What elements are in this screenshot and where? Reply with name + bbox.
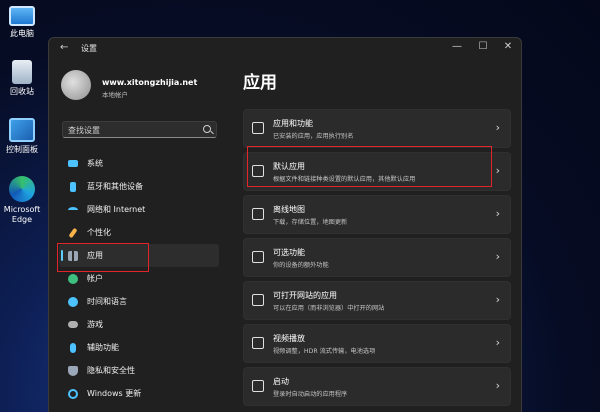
- back-arrow-icon[interactable]: ←: [60, 42, 68, 53]
- wifi-icon: [68, 207, 78, 213]
- highlight-apps-nav: [57, 243, 149, 272]
- monitor-icon: [9, 6, 35, 26]
- title-bar: ← 设置 — ☐ ✕: [49, 38, 521, 58]
- card-apps-features[interactable]: 应用和功能 已安装的应用，应用执行别名 ›: [243, 109, 511, 148]
- chevron-right-icon: ›: [495, 379, 500, 392]
- window-title: 设置: [81, 44, 97, 53]
- desktop-icon-edge[interactable]: Microsoft Edge: [0, 176, 44, 225]
- maximize-button[interactable]: ☐: [475, 41, 491, 52]
- chevron-right-icon: ›: [495, 293, 500, 306]
- apps-list-icon: [252, 122, 264, 134]
- desktop-icon-control-panel[interactable]: 控制面板: [0, 118, 44, 155]
- globe-clock-icon: [68, 297, 78, 307]
- sidebar-item-gaming[interactable]: 游戏: [59, 313, 219, 336]
- card-offline-maps[interactable]: 离线地图 下载，存储位置，地图更新 ›: [243, 195, 511, 234]
- chevron-right-icon: ›: [495, 336, 500, 349]
- close-button[interactable]: ✕: [500, 41, 516, 52]
- account-icon: [68, 274, 78, 284]
- system-icon: [68, 160, 78, 167]
- edge-icon: [9, 176, 35, 202]
- chevron-right-icon: ›: [495, 207, 500, 220]
- sidebar-item-privacy[interactable]: 隐私和安全性: [59, 359, 219, 382]
- sidebar-item-time-language[interactable]: 时间和语言: [59, 290, 219, 313]
- card-optional-features[interactable]: 可选功能 你的设备的额外功能 ›: [243, 238, 511, 277]
- search-input[interactable]: 查找设置: [68, 125, 100, 136]
- optional-features-icon: [252, 251, 264, 263]
- settings-window: ← 设置 — ☐ ✕ www.xitongzhijia.net 本地帐户 查找设…: [48, 37, 522, 412]
- sidebar-item-system[interactable]: 系统: [59, 152, 219, 175]
- minimize-button[interactable]: —: [449, 41, 465, 52]
- update-icon: [68, 389, 78, 399]
- avatar[interactable]: [61, 70, 91, 100]
- accessibility-icon: [70, 343, 76, 353]
- control-panel-icon: [9, 118, 35, 142]
- recycle-bin-icon: [12, 60, 32, 84]
- page-title: 应用: [243, 73, 277, 93]
- highlight-default-apps: [247, 146, 492, 187]
- map-icon: [252, 208, 264, 220]
- user-account-type: 本地帐户: [102, 91, 128, 99]
- sidebar-nav: 系统 蓝牙和其他设备 网络和 Internet 个性化 应用 帐户 时间和语言: [59, 152, 219, 405]
- sidebar-item-windows-update[interactable]: Windows 更新: [59, 382, 219, 405]
- startup-icon: [252, 380, 264, 392]
- web-apps-icon: [252, 294, 264, 306]
- card-startup[interactable]: 启动 登录时自动启动的应用程序 ›: [243, 367, 511, 406]
- chevron-right-icon: ›: [495, 121, 500, 134]
- search-box[interactable]: 查找设置: [62, 121, 217, 138]
- card-video-playback[interactable]: 视频播放 视频调整，HDR 流式传输，电池选项 ›: [243, 324, 511, 363]
- card-apps-for-websites[interactable]: 可打开网站的应用 可以在应用（而非浏览器）中打开的网站 ›: [243, 281, 511, 320]
- desktop-icon-this-pc[interactable]: 此电脑: [0, 6, 44, 39]
- sidebar-item-network[interactable]: 网络和 Internet: [59, 198, 219, 221]
- bluetooth-icon: [70, 182, 76, 192]
- brush-icon: [68, 227, 78, 239]
- user-name: www.xitongzhijia.net: [102, 78, 198, 87]
- search-icon[interactable]: [203, 125, 211, 133]
- sidebar-item-accessibility[interactable]: 辅助功能: [59, 336, 219, 359]
- chevron-right-icon: ›: [495, 164, 500, 177]
- sidebar-item-bluetooth[interactable]: 蓝牙和其他设备: [59, 175, 219, 198]
- chevron-right-icon: ›: [495, 250, 500, 263]
- sidebar-item-personalization[interactable]: 个性化: [59, 221, 219, 244]
- shield-icon: [68, 366, 78, 376]
- gamepad-icon: [68, 321, 78, 328]
- desktop-icon-recycle-bin[interactable]: 回收站: [0, 60, 44, 97]
- video-icon: [252, 337, 264, 349]
